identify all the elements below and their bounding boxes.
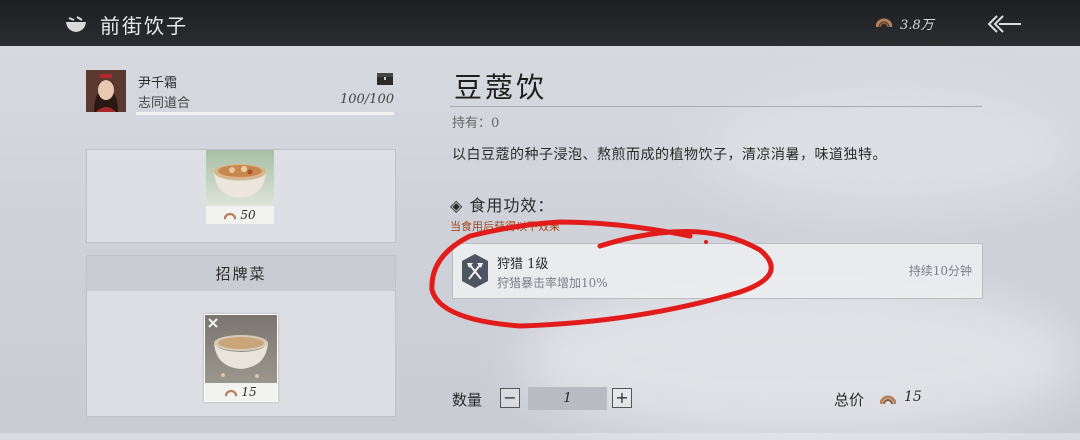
signature-price: 15 <box>205 383 277 401</box>
signature-dish-image <box>205 315 277 383</box>
item-description: 以白豆蔻的种子浸泡、熬煎而成的植物饮子，清凉消暑，味道独特。 <box>452 147 887 163</box>
dish-panel: 50 <box>86 149 396 243</box>
chest-icon[interactable] <box>376 72 394 86</box>
item-name: 豆蔻饮 <box>454 71 548 104</box>
divider <box>450 106 982 107</box>
signature-dish-card[interactable]: 15 <box>204 314 278 402</box>
effect-heading: ◈ 食用功效： <box>450 196 555 215</box>
signature-panel: 招牌菜 15 <box>86 255 396 417</box>
effect-row[interactable]: 狩猎 1级 狩猎暴击率增加10% 持续10分钟 <box>452 243 983 299</box>
decrease-button[interactable]: − <box>500 388 520 408</box>
effect-duration: 持续10分钟 <box>908 264 972 278</box>
quantity-input[interactable] <box>528 387 607 410</box>
dish-image <box>206 150 274 206</box>
portrait-image <box>86 70 126 112</box>
character-name: 尹千霜 <box>138 76 178 91</box>
effect-name: 狩猎 1级 <box>497 257 549 272</box>
dish-price: 50 <box>206 206 274 224</box>
avatar[interactable] <box>86 70 126 112</box>
coin-icon <box>880 395 896 405</box>
signature-price-value: 15 <box>241 385 257 399</box>
dish-price-value: 50 <box>240 208 256 222</box>
top-bar: 前街饮子 3.8万 <box>0 0 1080 46</box>
total-price: 15 <box>904 389 922 405</box>
drink-bowl-image <box>208 318 268 378</box>
relation-label: 志同道合 <box>138 96 191 111</box>
affinity-value: 100/100 <box>339 92 394 107</box>
coin-icon <box>224 212 237 219</box>
quantity-label: 数量 <box>452 391 483 409</box>
held-count: 持有：0 <box>452 116 500 131</box>
hunting-axes-icon <box>462 254 488 288</box>
effect-description: 狩猎暴击率增加10% <box>497 276 608 290</box>
coin-icon <box>876 18 892 28</box>
increase-button[interactable]: + <box>612 388 632 408</box>
affinity-bar <box>136 112 394 115</box>
coin-icon <box>225 389 238 396</box>
total-label: 总价 <box>834 391 865 409</box>
background-mist <box>520 280 1080 440</box>
back-arrow-icon[interactable] <box>985 14 1025 34</box>
bowl-icon <box>66 16 86 32</box>
currency-amount: 3.8万 <box>900 18 934 33</box>
dish-card[interactable]: 50 <box>206 150 274 224</box>
soup-bowl-image <box>214 164 266 198</box>
page-title: 前街饮子 <box>100 14 188 38</box>
effect-subheading: 当食用后获得以下效果 <box>450 220 560 233</box>
hunting-axes-icon <box>208 318 218 328</box>
signature-title: 招牌菜 <box>87 256 395 291</box>
